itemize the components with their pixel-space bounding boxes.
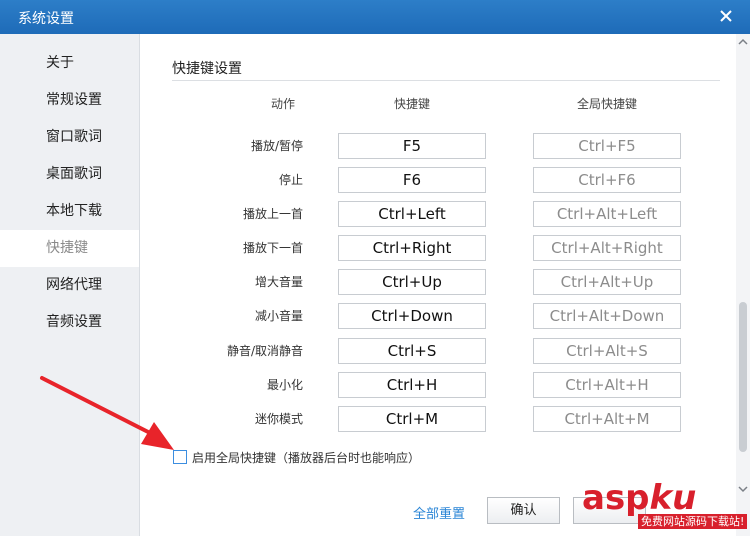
vertical-scrollbar[interactable] <box>736 34 750 536</box>
sidebar-item-desktop-lyrics[interactable]: 桌面歌词 <box>0 156 139 193</box>
global-shortcut-field-volume-down[interactable]: Ctrl+Alt+Down <box>533 303 681 329</box>
shortcut-field-volume-up[interactable]: Ctrl+Up <box>338 269 486 295</box>
shortcut-field-previous[interactable]: Ctrl+Left <box>338 201 486 227</box>
row-label-minimize: 最小化 <box>266 378 303 392</box>
shortcut-field-volume-down[interactable]: Ctrl+Down <box>338 303 486 329</box>
global-shortcut-field-next[interactable]: Ctrl+Alt+Right <box>533 235 681 261</box>
header-shortcut: 快捷键 <box>393 97 430 111</box>
sidebar-item-general[interactable]: 常规设置 <box>0 82 139 119</box>
watermark-logo: aspku 免费网站源码下载站! <box>582 478 748 534</box>
settings-content: 快捷键设置 动作 快捷键 全局快捷键 播放/暂停 F5 Ctrl+F5 停止 F… <box>141 34 735 536</box>
section-title: 快捷键设置 <box>172 61 242 77</box>
close-icon[interactable] <box>716 6 736 26</box>
global-shortcut-field-stop[interactable]: Ctrl+F6 <box>533 167 681 193</box>
row-label-volume-up: 增大音量 <box>254 275 303 289</box>
sidebar-item-network-proxy[interactable]: 网络代理 <box>0 267 139 304</box>
global-shortcut-field-play-pause[interactable]: Ctrl+F5 <box>533 133 681 159</box>
annotation-arrow-icon <box>40 376 174 450</box>
global-shortcut-field-minimize[interactable]: Ctrl+Alt+H <box>533 372 681 398</box>
global-shortcut-field-previous[interactable]: Ctrl+Alt+Left <box>533 201 681 227</box>
row-label-mini-mode: 迷你模式 <box>254 412 303 426</box>
shortcut-field-next[interactable]: Ctrl+Right <box>338 235 486 261</box>
watermark-accent: ku <box>649 478 697 518</box>
sidebar: 关于 常规设置 窗口歌词 桌面歌词 本地下载 快捷键 网络代理 音频设置 <box>0 34 140 536</box>
row-label-volume-down: 减小音量 <box>254 309 303 323</box>
scroll-up-icon[interactable] <box>736 34 750 48</box>
watermark-text: asp <box>582 478 650 518</box>
row-label-previous: 播放上一首 <box>242 207 303 221</box>
global-shortcut-field-mini-mode[interactable]: Ctrl+Alt+M <box>533 406 681 432</box>
sidebar-item-local-download[interactable]: 本地下载 <box>0 193 139 230</box>
confirm-button[interactable]: 确认 <box>487 497 560 524</box>
window-title: 系统设置 <box>18 11 74 27</box>
watermark-subtitle: 免费网站源码下载站! <box>638 514 748 529</box>
shortcut-field-minimize[interactable]: Ctrl+H <box>338 372 486 398</box>
row-label-play-pause: 播放/暂停 <box>250 139 303 153</box>
global-shortcut-label: 启用全局快捷键（播放器后台时也能响应） <box>192 451 421 465</box>
scroll-thumb[interactable] <box>739 302 747 452</box>
section-divider <box>172 80 720 81</box>
row-label-mute: 静音/取消静音 <box>226 344 303 358</box>
shortcut-field-play-pause[interactable]: F5 <box>338 133 486 159</box>
sidebar-item-window-lyrics[interactable]: 窗口歌词 <box>0 119 139 156</box>
shortcut-field-mute[interactable]: Ctrl+S <box>338 338 486 364</box>
sidebar-item-shortcuts[interactable]: 快捷键 <box>0 230 139 267</box>
header-global-shortcut: 全局快捷键 <box>576 97 637 111</box>
shortcut-field-mini-mode[interactable]: Ctrl+M <box>338 406 486 432</box>
global-shortcut-field-mute[interactable]: Ctrl+Alt+S <box>533 338 681 364</box>
row-label-next: 播放下一首 <box>242 241 303 255</box>
sidebar-item-audio[interactable]: 音频设置 <box>0 304 139 341</box>
global-shortcut-field-volume-up[interactable]: Ctrl+Alt+Up <box>533 269 681 295</box>
shortcut-field-stop[interactable]: F6 <box>338 167 486 193</box>
header-action: 动作 <box>270 97 295 111</box>
sidebar-item-about[interactable]: 关于 <box>0 45 139 82</box>
reset-all-link[interactable]: 全部重置 <box>413 503 465 522</box>
title-bar: 系统设置 <box>0 0 750 34</box>
row-label-stop: 停止 <box>278 173 303 187</box>
